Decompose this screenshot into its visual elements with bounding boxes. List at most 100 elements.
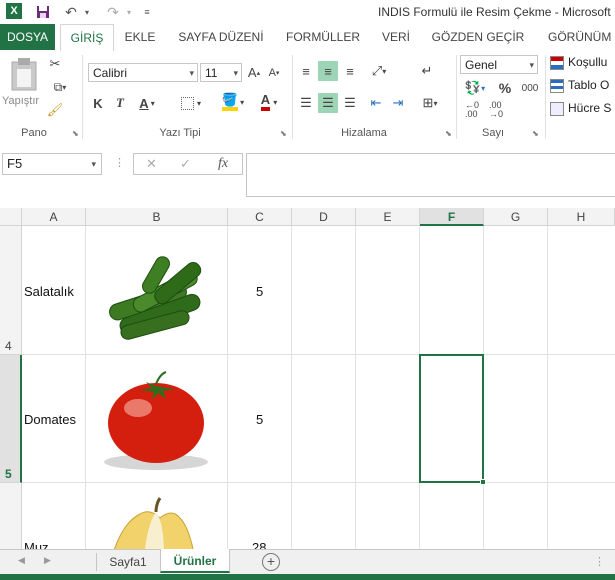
cell-c6[interactable]: 28 — [252, 540, 266, 549]
window-title: INDIS Formulü ile Resim Çekme - Microsof… — [378, 5, 615, 19]
column-header-f[interactable]: F — [420, 208, 484, 226]
tab-file[interactable]: DOSYA — [0, 24, 55, 50]
align-middle-icon[interactable]: ≡ — [318, 61, 338, 81]
column-header-e[interactable]: E — [356, 208, 420, 226]
alignment-group-label: Hizalama — [341, 127, 387, 139]
worksheet-grid: A B C D E F G H 4 5 Salatalık 5 Domates — [0, 208, 615, 549]
sheet-tab-urunler[interactable]: Ürünler — [160, 549, 230, 573]
cancel-icon[interactable]: ✕ — [146, 156, 157, 172]
column-header-d[interactable]: D — [292, 208, 356, 226]
chevron-down-icon[interactable]: ▾ — [82, 3, 92, 21]
column-header-a[interactable]: A — [22, 208, 86, 226]
cell-styles-icon — [550, 101, 564, 116]
format-painter-icon[interactable]: 🖌 — [46, 101, 64, 119]
bold-button[interactable]: K — [90, 93, 106, 113]
redo-icon[interactable]: ↷ — [104, 3, 122, 21]
sheet-tab-bar: ◀ ▶ Sayfa1 Ürünler + ⋮ — [0, 549, 615, 575]
cell-a5[interactable]: Domates — [24, 412, 76, 427]
select-all-corner[interactable] — [0, 208, 22, 226]
tab-home[interactable]: GİRİŞ — [60, 24, 114, 52]
underline-button[interactable]: A ▾ — [134, 93, 160, 113]
group-separator — [456, 55, 457, 139]
increase-decimal-icon[interactable]: ←0.00 — [462, 101, 482, 119]
align-center-icon[interactable]: ☰ — [318, 93, 338, 113]
fill-color-icon[interactable]: 🪣 ▾ — [218, 91, 248, 113]
banana-image[interactable] — [100, 494, 210, 549]
column-header-c[interactable]: C — [228, 208, 292, 226]
cell-c4[interactable]: 5 — [256, 284, 263, 299]
wrap-text-icon[interactable]: ↵ — [416, 61, 438, 81]
cell-styles-button[interactable]: Hücre S — [550, 101, 615, 119]
enter-icon[interactable]: ✓ — [180, 156, 191, 172]
column-header-b[interactable]: B — [86, 208, 228, 226]
align-left-icon[interactable]: ☰ — [296, 93, 316, 113]
font-name-combo[interactable]: Calibri ▾ — [88, 63, 198, 82]
decrease-decimal-icon[interactable]: .00 →0 — [486, 101, 506, 119]
fill-handle[interactable] — [480, 479, 486, 485]
cell-c5[interactable]: 5 — [256, 412, 263, 427]
grid-line — [22, 482, 615, 483]
dialog-launcher-icon[interactable]: ⬊ — [72, 129, 79, 138]
row-header-5[interactable]: 5 — [0, 355, 22, 483]
copy-icon[interactable]: ⧉ ▾ — [46, 78, 74, 96]
more-icon[interactable]: ⋮ — [594, 555, 605, 568]
sheet-tab-sayfa1[interactable]: Sayfa1 — [98, 550, 158, 574]
cell-a4[interactable]: Salatalık — [24, 284, 74, 299]
currency-icon[interactable]: 💱 ▾ — [462, 79, 488, 97]
tab-review[interactable]: GÖZDEN GEÇİR — [430, 24, 526, 50]
cut-icon[interactable]: ✂ — [46, 55, 64, 73]
cucumber-image[interactable] — [100, 246, 212, 346]
name-box[interactable]: F5 ▾ — [2, 153, 102, 175]
shrink-font-icon[interactable]: A ▾ — [266, 63, 282, 82]
font-color-icon[interactable]: A ▾ — [254, 91, 284, 113]
format-as-table-button[interactable]: Tablo O — [550, 78, 615, 96]
align-top-icon[interactable]: ≡ — [296, 61, 316, 81]
tab-view[interactable]: GÖRÜNÜM — [540, 24, 615, 50]
excel-logo-icon[interactable]: X — [6, 3, 22, 19]
chevron-down-icon[interactable]: ▾ — [124, 3, 134, 21]
decrease-indent-icon[interactable]: ⇤ — [366, 93, 386, 113]
percent-button[interactable]: % — [496, 79, 514, 97]
tomato-image[interactable] — [92, 368, 220, 478]
comma-style-button[interactable]: 000 — [518, 79, 542, 97]
column-header-h[interactable]: H — [548, 208, 615, 226]
formula-input[interactable] — [246, 153, 615, 197]
group-separator — [292, 55, 293, 139]
font-size-combo[interactable]: 11 ▾ — [200, 63, 242, 82]
scroll-right-icon[interactable]: ▶ — [44, 555, 51, 566]
clipboard-icon — [11, 58, 37, 91]
dialog-launcher-icon[interactable]: ⬊ — [532, 129, 539, 138]
conditional-formatting-button[interactable]: Koşullu — [550, 55, 615, 73]
borders-icon[interactable]: ▾ — [176, 93, 206, 113]
conditional-formatting-icon — [550, 55, 564, 70]
number-format-combo[interactable]: Genel ▾ — [460, 55, 538, 74]
save-icon[interactable] — [34, 3, 52, 21]
grow-font-icon[interactable]: A ▴ — [246, 63, 262, 82]
tab-formulas[interactable]: FORMÜLLER — [282, 24, 364, 50]
number-format-value: Genel — [465, 58, 498, 72]
dialog-launcher-icon[interactable]: ⬊ — [445, 129, 452, 138]
merge-center-icon[interactable]: ⊞ ▾ — [416, 93, 444, 113]
active-cell-f5[interactable] — [419, 354, 484, 483]
tab-data[interactable]: VERİ — [376, 24, 416, 50]
column-header-g[interactable]: G — [484, 208, 548, 226]
dialog-launcher-icon[interactable]: ⬊ — [280, 129, 287, 138]
align-right-icon[interactable]: ☰ — [340, 93, 360, 113]
number-group-label: Sayı — [481, 127, 504, 139]
scroll-left-icon[interactable]: ◀ — [18, 555, 25, 566]
tab-insert[interactable]: EKLE — [118, 24, 162, 50]
row-header-4[interactable]: 4 — [0, 226, 22, 355]
cell-a6[interactable]: Muz — [24, 540, 49, 549]
more-icon[interactable]: ⋮ — [114, 156, 125, 169]
paste-button[interactable]: Yapıştır — [2, 55, 44, 115]
align-bottom-icon[interactable]: ≡ — [340, 61, 360, 81]
undo-icon[interactable]: ↶ — [62, 3, 80, 21]
increase-indent-icon[interactable]: ⇥ — [388, 93, 408, 113]
orientation-icon[interactable]: ⤢ ▾ — [364, 61, 394, 81]
tab-page-layout[interactable]: SAYFA DÜZENİ — [172, 24, 270, 50]
row-header-6[interactable] — [0, 483, 22, 549]
customize-qat-icon[interactable]: ≡ — [142, 3, 152, 21]
italic-button[interactable]: T — [112, 93, 128, 113]
add-sheet-icon[interactable]: + — [262, 553, 280, 571]
insert-function-icon[interactable]: fx — [218, 156, 228, 172]
